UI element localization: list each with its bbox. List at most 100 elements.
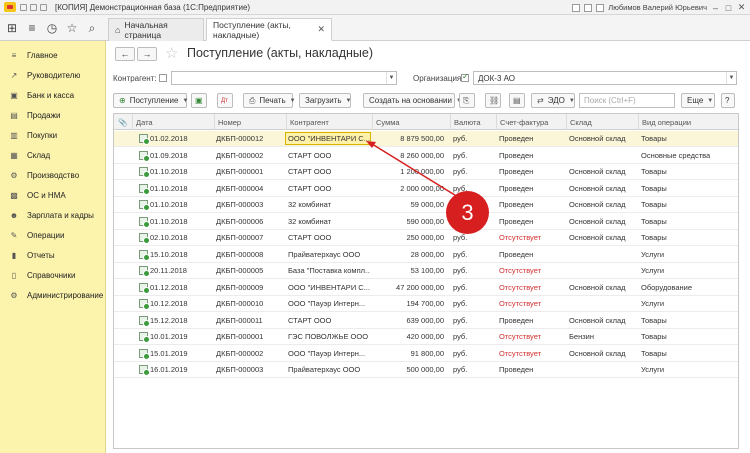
cell-number[interactable]: ДКБП-000001 [216,332,284,341]
cell-sum[interactable]: 59 000,00 [372,200,444,209]
quick-icon-1[interactable] [20,3,27,11]
cell-operation[interactable]: Товары [641,134,737,143]
cell-invoice[interactable]: Проведен [499,167,565,176]
cell-sum[interactable]: 250 000,00 [372,233,444,242]
contractor-field[interactable]: ▼ [171,71,397,85]
cell-contractor[interactable]: ООО "Пауэр Интерн... [288,349,370,358]
sidebar-item[interactable]: ▩ ОС и НМА [0,185,106,205]
cell-operation[interactable]: Товары [641,217,737,226]
cell-currency[interactable]: руб. [453,167,493,176]
cell-number[interactable]: ДКБП-000005 [216,266,284,275]
cell-invoice[interactable]: Проведен [499,365,565,374]
chevron-down-icon[interactable]: ▼ [386,72,396,84]
cell-currency[interactable]: руб. [453,365,493,374]
cell-operation[interactable]: Товары [641,184,737,193]
cell-operation[interactable]: Оборудование [641,283,737,292]
cell-contractor[interactable]: ООО "ИНВЕНТАРИ С... [288,283,370,292]
cell-operation[interactable]: Товары [641,349,737,358]
cell-number[interactable]: ДКБП-000002 [216,151,284,160]
cell-number[interactable]: ДКБП-000011 [216,316,284,325]
tab-home[interactable]: ⌂ Начальная страница [108,18,204,41]
organization-field[interactable]: ДОК-3 АО ▼ [473,71,737,85]
history-icon[interactable] [584,3,593,12]
col-date[interactable]: Дата [132,114,214,130]
cell-warehouse[interactable]: Основной склад [569,200,637,209]
cell-warehouse[interactable]: Основной склад [569,349,637,358]
cell-sum[interactable]: 590 000,00 [372,217,444,226]
cell-warehouse[interactable]: Основной склад [569,217,637,226]
sidebar-item[interactable]: ▤ Продажи [0,105,106,125]
chevron-down-icon[interactable]: ▼ [726,72,736,84]
cell-operation[interactable]: Услуги [641,365,737,374]
cell-operation[interactable]: Товары [641,316,737,325]
sidebar-item[interactable]: ⚙ Производство [0,165,106,185]
cell-sum[interactable]: 91 800,00 [372,349,444,358]
sidebar-item[interactable]: ▥ Покупки [0,125,106,145]
sidebar-item[interactable]: ✎ Операции [0,225,106,245]
cell-currency[interactable]: руб. [453,299,493,308]
table-row[interactable]: 02.10.2018 ДКБП-000007 СТАРТ ООО 250 000,00… [114,230,738,246]
sidebar-item[interactable]: ☻ Зарплата и кадры [0,205,106,225]
table-row[interactable]: 20.11.2018 ДКБП-000005 База "Поставка комп… [114,263,738,279]
cell-number[interactable]: ДКБП-000004 [216,184,284,193]
link-button[interactable]: ⛓ [485,93,501,108]
cell-number[interactable]: ДКБП-000012 [216,134,284,143]
cell-warehouse[interactable]: Основной склад [569,316,637,325]
cell-date[interactable]: 20.11.2018 [150,266,212,275]
back-button[interactable]: ← [115,47,135,61]
col-contractor[interactable]: Контрагент [286,114,372,130]
cell-contractor[interactable]: СТАРТ ООО [288,167,370,176]
cell-warehouse[interactable]: Основной склад [569,184,637,193]
cell-invoice[interactable]: Отсутствует [499,349,565,358]
col-currency[interactable]: Валюта [450,114,496,130]
load-button[interactable]: Загрузить ▼ [299,93,351,108]
cell-operation[interactable]: Товары [641,233,737,242]
sidebar-item[interactable]: ▯ Справочники [0,265,106,285]
cell-contractor[interactable]: СТАРТ ООО [288,184,370,193]
cell-date[interactable]: 01.10.2018 [150,217,212,226]
maximize-button[interactable]: □ [724,3,733,13]
cell-sum[interactable]: 2 000 000,00 [372,184,444,193]
cell-date[interactable]: 01.09.2018 [150,151,212,160]
table-row[interactable]: 01.10.2018 ДКБП-000004 СТАРТ ООО 2 000 000,… [114,180,738,197]
cell-contractor[interactable]: ООО "Пауэр Интерн... [288,299,370,308]
col-sum[interactable]: Сумма [372,114,450,130]
forward-button[interactable]: → [137,47,157,61]
close-tab-icon[interactable]: ✕ [317,24,325,35]
cell-operation[interactable]: Услуги [641,299,737,308]
cell-invoice[interactable]: Проведен [499,217,565,226]
close-window-button[interactable]: ✕ [737,2,746,13]
table-row[interactable]: 15.10.2018 ДКБП-000008 Прайватерхаус ООО 28… [114,246,738,263]
organization-checkbox[interactable] [461,72,469,82]
cell-warehouse[interactable]: Бензин [569,332,637,341]
cell-date[interactable]: 15.10.2018 [150,250,212,259]
report-button[interactable]: ▤ [509,93,525,108]
table-row[interactable]: 10.12.2018 ДКБП-000010 ООО "Пауэр Интерн..… [114,296,738,312]
table-row[interactable]: 01.10.2018 ДКБП-000006 32 комбинат 590 000,… [114,213,738,230]
cell-currency[interactable]: руб. [453,151,493,160]
cell-contractor[interactable]: СТАРТ ООО [288,233,370,242]
cell-contractor[interactable]: Прайватерхаус ООО [288,250,370,259]
apps-grid-icon[interactable]: ⊞ [6,21,18,36]
cell-number[interactable]: ДКБП-000008 [216,250,284,259]
cell-warehouse[interactable]: Основной склад [569,134,637,143]
history-clock-icon[interactable]: ◷ [46,21,58,36]
sidebar-item[interactable]: ▣ Банк и касса [0,85,106,105]
cell-warehouse[interactable]: Основной склад [569,233,637,242]
menu-icon[interactable]: ≡ [26,21,38,36]
cell-sum[interactable]: 8 260 000,00 [372,151,444,160]
cell-date[interactable]: 01.10.2018 [150,200,212,209]
col-warehouse[interactable]: Склад [566,114,638,130]
search-icon[interactable]: ⌕ [86,21,98,36]
quick-icon-2[interactable] [30,3,37,11]
search-input[interactable]: Поиск (Ctrl+F) [579,93,675,108]
minimize-button[interactable]: – [711,3,720,13]
cell-invoice[interactable]: Отсутствует [499,283,565,292]
cell-number[interactable]: ДКБП-000002 [216,349,284,358]
cell-contractor[interactable]: ГЭС ПОВОЛЖЬЕ ООО [288,332,370,341]
cell-invoice[interactable]: Отсутствует [499,299,565,308]
cell-invoice[interactable]: Проведен [499,134,565,143]
col-invoice[interactable]: Счет-фактура [496,114,566,130]
cell-invoice[interactable]: Проведен [499,250,565,259]
cell-currency[interactable]: руб. [453,134,493,143]
